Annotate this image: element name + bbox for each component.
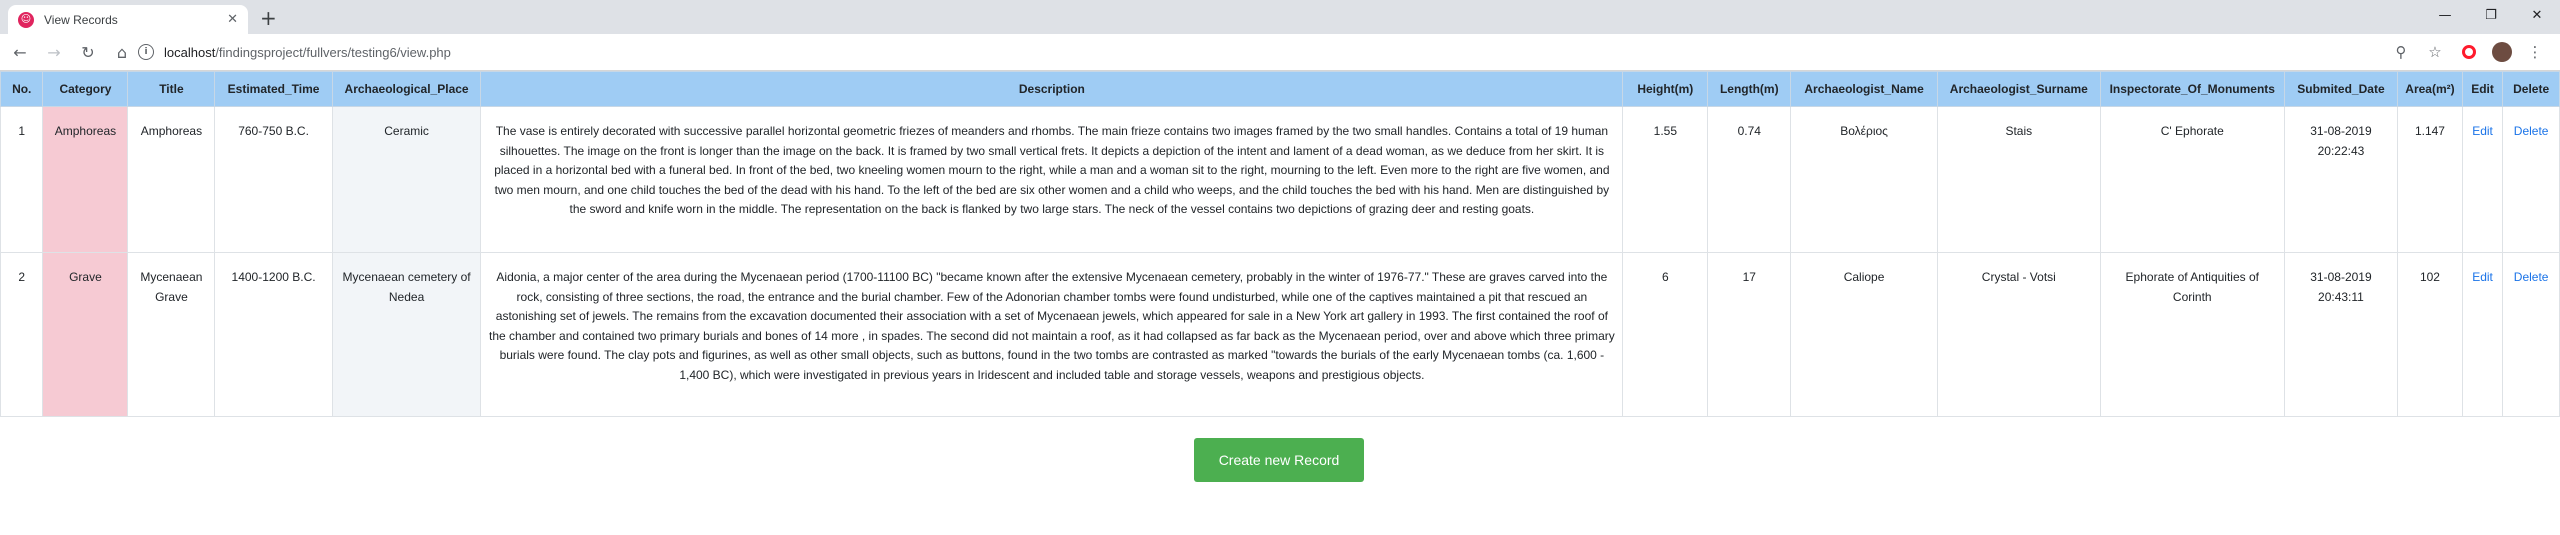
url-text[interactable]: localhost/findingsproject/fullvers/testi…: [164, 45, 451, 60]
header-submited-date[interactable]: Submited_Date: [2283, 71, 2399, 107]
edit-link[interactable]: Edit: [2472, 124, 2493, 138]
avatar[interactable]: [2492, 42, 2512, 62]
header-archaeologist-surname[interactable]: Archaeologist_Surname: [1936, 71, 2101, 107]
cell-submited-date: 31-08-2019 20:43:11: [2283, 252, 2399, 417]
cell-category: Grave: [42, 252, 129, 417]
browser-tab[interactable]: ☺ View Records ✕: [8, 5, 248, 34]
delete-link[interactable]: Delete: [2514, 270, 2549, 284]
close-tab-icon[interactable]: ✕: [227, 12, 238, 27]
browser-toolbar: ← → ↻ ⌂ i localhost/findingsproject/full…: [0, 34, 2560, 71]
records-table: No. Category Title Estimated_Time Archae…: [0, 71, 2560, 417]
url-path: /findingsproject/fullvers/testing6/view.…: [215, 44, 451, 60]
restore-icon[interactable]: ❐: [2468, 0, 2514, 30]
cell-area: 1.147: [2397, 106, 2463, 253]
address-bar[interactable]: i localhost/findingsproject/fullvers/tes…: [138, 38, 2410, 66]
header-length[interactable]: Length(m): [1707, 71, 1792, 107]
info-icon[interactable]: i: [138, 44, 154, 60]
cell-delete: Delete: [2502, 252, 2560, 417]
header-height[interactable]: Height(m): [1622, 71, 1709, 107]
cell-place: Ceramic: [331, 106, 482, 253]
tab-title: View Records: [44, 12, 118, 27]
cell-estimated-time: 760-750 B.C.: [214, 106, 333, 253]
header-area[interactable]: Area(m²): [2397, 71, 2463, 107]
cell-title: Amphoreas: [127, 106, 216, 253]
cell-estimated-time: 1400-1200 B.C.: [214, 252, 333, 417]
header-delete[interactable]: Delete: [2502, 71, 2560, 107]
browser-tab-strip: ☺ View Records ✕ + — ❐ ✕: [0, 0, 2560, 34]
url-host: localhost: [164, 44, 216, 60]
zoom-icon[interactable]: ⚲: [2384, 43, 2418, 61]
cell-height: 6: [1622, 252, 1709, 417]
cell-length: 17: [1707, 252, 1792, 417]
cell-archaeologist-name: Βολέριος: [1790, 106, 1938, 253]
edit-link[interactable]: Edit: [2472, 270, 2493, 284]
reload-icon[interactable]: ↻: [74, 38, 102, 66]
cell-no: 2: [0, 252, 44, 417]
create-new-record-button[interactable]: Create new Record: [1194, 438, 1364, 482]
table-row: 1 Amphoreas Amphoreas 760-750 B.C. Ceram…: [0, 106, 2560, 253]
time-text: 20:43:11: [2318, 289, 2364, 304]
time-text: 20:22:43: [2317, 143, 2365, 158]
date-text: 31-08-2019: [2310, 124, 2372, 138]
cell-edit: Edit: [2461, 252, 2504, 417]
cell-archaeologist-name: Caliope: [1790, 252, 1938, 417]
header-title[interactable]: Title: [127, 71, 216, 107]
date-text: 31-08-2019: [2310, 270, 2372, 284]
toolbar-actions: ⚲ ☆ ⋮: [2384, 38, 2552, 66]
header-estimated-time[interactable]: Estimated_Time: [214, 71, 333, 107]
delete-link[interactable]: Delete: [2514, 124, 2549, 138]
favicon-icon: ☺: [18, 11, 34, 28]
cell-description: Aidonia, a major center of the area duri…: [480, 252, 1624, 417]
cell-no: 1: [0, 106, 44, 253]
table-row: 2 Grave Mycenaean Grave 1400-1200 B.C. M…: [0, 252, 2560, 417]
header-archaeological-place[interactable]: Archaeological_Place: [331, 71, 482, 107]
minimize-icon[interactable]: —: [2422, 0, 2468, 30]
header-no[interactable]: No.: [0, 71, 44, 107]
cell-archaeologist-surname: Crystal - Votsi: [1936, 252, 2101, 417]
header-description[interactable]: Description: [480, 71, 1624, 107]
cell-area: 102: [2397, 252, 2463, 417]
forward-arrow-icon[interactable]: →: [40, 38, 68, 66]
header-edit[interactable]: Edit: [2461, 71, 2504, 107]
header-archaeologist-name[interactable]: Archaeologist_Name: [1790, 71, 1938, 107]
cell-submited-date: 31-08-2019 20:22:43: [2283, 106, 2399, 253]
cell-height: 1.55: [1622, 106, 1709, 253]
home-icon[interactable]: ⌂: [108, 38, 136, 66]
cell-edit: Edit: [2461, 106, 2504, 253]
cell-inspectorate: Ephorate of Antiquities of Corinth: [2099, 252, 2285, 417]
header-category[interactable]: Category: [42, 71, 129, 107]
cell-archaeologist-surname: Stais: [1936, 106, 2101, 253]
table-header-row: No. Category Title Estimated_Time Archae…: [0, 71, 2560, 107]
close-window-icon[interactable]: ✕: [2514, 0, 2560, 30]
cell-inspectorate: C' Ephorate: [2099, 106, 2285, 253]
cell-place: Mycenaean cemetery of Nedea: [331, 252, 482, 417]
cell-delete: Delete: [2502, 106, 2560, 253]
window-controls: — ❐ ✕: [2422, 0, 2560, 30]
opera-extension-icon[interactable]: [2462, 45, 2476, 59]
cell-length: 0.74: [1707, 106, 1792, 253]
new-tab-icon[interactable]: +: [260, 6, 277, 30]
cell-title: Mycenaean Grave: [127, 252, 216, 417]
star-icon[interactable]: ☆: [2418, 43, 2452, 61]
header-inspectorate[interactable]: Inspectorate_Of_Monuments: [2099, 71, 2285, 107]
cell-category: Amphoreas: [42, 106, 129, 253]
menu-dots-icon[interactable]: ⋮: [2518, 43, 2552, 61]
back-arrow-icon[interactable]: ←: [6, 38, 34, 66]
cell-description: The vase is entirely decorated with succ…: [480, 106, 1624, 253]
